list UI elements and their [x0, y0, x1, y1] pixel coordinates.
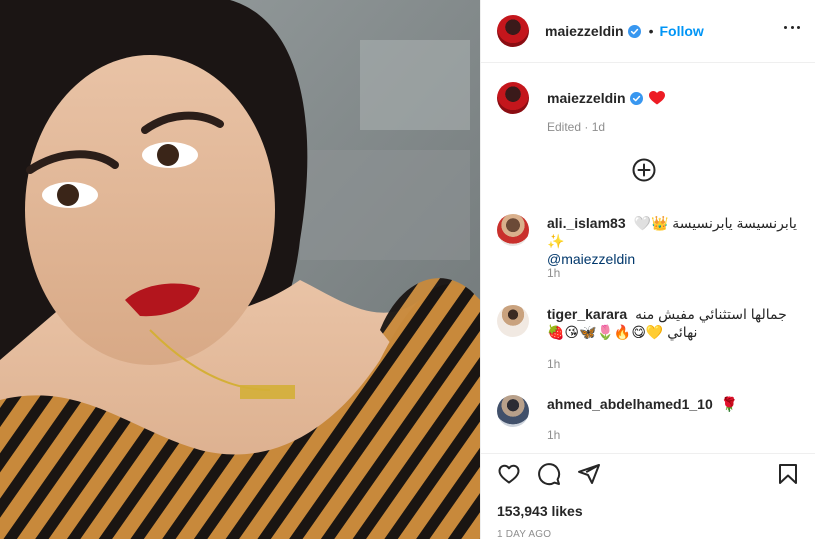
more-options-icon[interactable] — [784, 26, 800, 30]
comment-time[interactable]: 1h — [547, 266, 560, 280]
caption-avatar[interactable] — [497, 82, 529, 114]
verified-badge-icon — [629, 91, 643, 105]
edited-timestamp: Edited · 1d — [547, 120, 606, 134]
red-heart-emoji-icon — [648, 91, 665, 105]
selfie-image — [0, 0, 480, 539]
comment-time[interactable]: 1h — [547, 428, 560, 442]
author-username[interactable]: maiezzeldin — [545, 23, 624, 39]
comment-body: tiger_karara جمالها استثنائي مفيش منه نه… — [547, 305, 802, 341]
post-header: maiezzeldin • Follow — [481, 0, 815, 63]
comment-text: 🌹 — [720, 396, 739, 412]
comment-icon[interactable] — [537, 462, 561, 486]
comment-body: ali._islam83 يابرنسيسة يابرنسيسة 👑🤍✨ @ma… — [547, 214, 802, 268]
author-meta: maiezzeldin • Follow — [545, 23, 704, 39]
comment-username[interactable]: tiger_karara — [547, 306, 627, 322]
comment-mention[interactable]: @maiezzeldin — [547, 250, 802, 268]
comment-body: ahmed_abdelhamed1_10 🌹 — [547, 395, 802, 413]
comment-username[interactable]: ahmed_abdelhamed1_10 — [547, 396, 713, 412]
post-date[interactable]: 1 DAY AGO — [497, 529, 551, 539]
follow-button[interactable]: Follow — [660, 23, 704, 39]
commenter-avatar[interactable] — [497, 305, 529, 337]
share-icon[interactable] — [577, 462, 601, 486]
post-actions-bar — [481, 453, 815, 493]
likes-count[interactable]: 153,943 likes — [497, 503, 583, 519]
heart-outline-icon[interactable] — [497, 462, 521, 486]
instagram-post: maiezzeldin • Follow maiezzeldin Edited … — [0, 0, 815, 539]
commenter-avatar[interactable] — [497, 214, 529, 246]
post-photo[interactable] — [0, 0, 480, 539]
comment-time[interactable]: 1h — [547, 357, 560, 371]
commenter-avatar[interactable] — [497, 395, 529, 427]
post-caption: maiezzeldin Edited · 1d — [497, 82, 797, 134]
bookmark-icon[interactable] — [776, 462, 800, 486]
plus-circle-icon[interactable] — [632, 158, 656, 182]
comment-username[interactable]: ali._islam83 — [547, 215, 626, 231]
post-sidebar: maiezzeldin • Follow maiezzeldin Edited … — [480, 0, 815, 539]
verified-badge-icon — [627, 24, 641, 38]
author-avatar[interactable] — [497, 15, 529, 47]
caption-username[interactable]: maiezzeldin — [547, 90, 626, 106]
separator-dot: • — [648, 23, 654, 39]
